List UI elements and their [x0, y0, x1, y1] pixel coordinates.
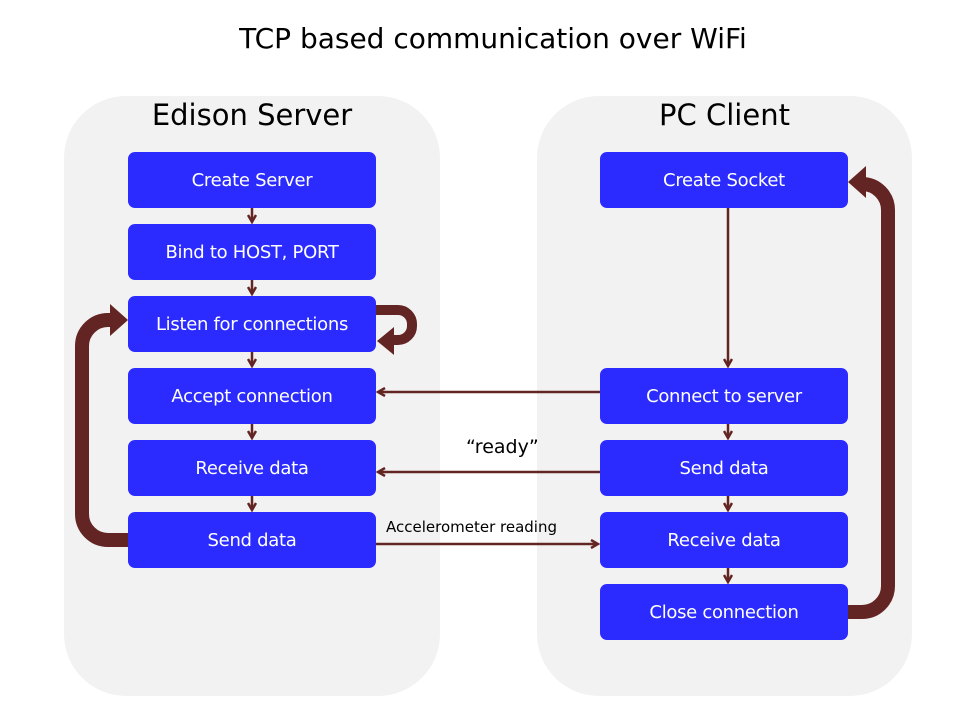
accelerometer-message-label: Accelerometer reading	[386, 518, 557, 536]
server-panel-title: Edison Server	[151, 98, 353, 132]
server-step-listen: Listen for connections	[128, 296, 376, 352]
client-step-send: Send data	[600, 440, 848, 496]
ready-message-label: “ready”	[466, 436, 539, 458]
client-step-receive: Receive data	[600, 512, 848, 568]
server-step-receive: Receive data	[128, 440, 376, 496]
client-step-close: Close connection	[600, 584, 848, 640]
server-step-create-server: Create Server	[128, 152, 376, 208]
client-step-connect: Connect to server	[600, 368, 848, 424]
server-step-accept: Accept connection	[128, 368, 376, 424]
server-step-bind: Bind to HOST, PORT	[128, 224, 376, 280]
diagram-title: TCP based communication over WiFi	[239, 22, 747, 55]
client-step-create-socket: Create Socket	[600, 152, 848, 208]
client-panel-title: PC Client	[659, 98, 790, 132]
server-step-send: Send data	[128, 512, 376, 568]
